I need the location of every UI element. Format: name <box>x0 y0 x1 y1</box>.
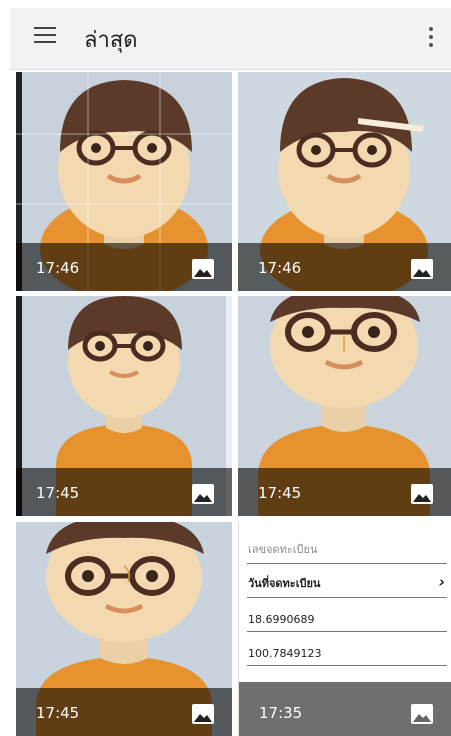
timestamp: 17:45 <box>258 484 302 502</box>
tile-caption-bar: 17:46 <box>16 243 232 291</box>
hamburger-menu-icon[interactable] <box>34 27 56 43</box>
app-bar: ล่าสุด <box>10 8 451 70</box>
photo-grid: 17:46 17:46 17:45 17:45 17:45 เลขจดทะเบี… <box>16 72 451 736</box>
latitude-field: 18.6990689 <box>247 598 447 632</box>
chevron-right-icon: › <box>438 573 445 591</box>
image-icon <box>411 704 433 724</box>
page-title: ล่าสุด <box>84 28 138 53</box>
tile-caption-bar: 17:45 <box>16 688 232 736</box>
more-vert-icon[interactable] <box>428 26 434 48</box>
tile-caption-bar: 17:45 <box>238 468 451 516</box>
image-icon <box>192 704 214 724</box>
tile-caption-bar: 17:35 <box>239 682 451 736</box>
tile-caption-bar: 17:45 <box>16 468 232 516</box>
tile-caption-bar: 17:46 <box>238 243 451 291</box>
registration-date-field: วันที่จดทะเบียน › <box>247 564 447 598</box>
timestamp: 17:45 <box>36 484 80 502</box>
image-icon <box>192 484 214 504</box>
registration-number-field: เลขจดทะเบียน <box>247 530 447 564</box>
timestamp: 17:45 <box>36 704 80 722</box>
timestamp: 17:46 <box>258 259 302 277</box>
timestamp: 17:46 <box>36 259 80 277</box>
photo-tile[interactable]: 17:45 <box>16 522 232 736</box>
timestamp: 17:35 <box>259 704 303 722</box>
photo-tile[interactable]: 17:46 <box>238 72 451 291</box>
form-screenshot-tile[interactable]: เลขจดทะเบียน วันที่จดทะเบียน › 18.699068… <box>238 522 451 736</box>
registration-form-preview: เลขจดทะเบียน วันที่จดทะเบียน › 18.699068… <box>247 530 447 666</box>
image-icon <box>411 259 433 279</box>
longitude-field: 100.7849123 <box>247 632 447 666</box>
photo-tile[interactable]: 17:45 <box>16 296 232 516</box>
photo-tile[interactable]: 17:45 <box>238 296 451 516</box>
photo-tile[interactable]: 17:46 <box>16 72 232 291</box>
image-icon <box>411 484 433 504</box>
image-icon <box>192 259 214 279</box>
